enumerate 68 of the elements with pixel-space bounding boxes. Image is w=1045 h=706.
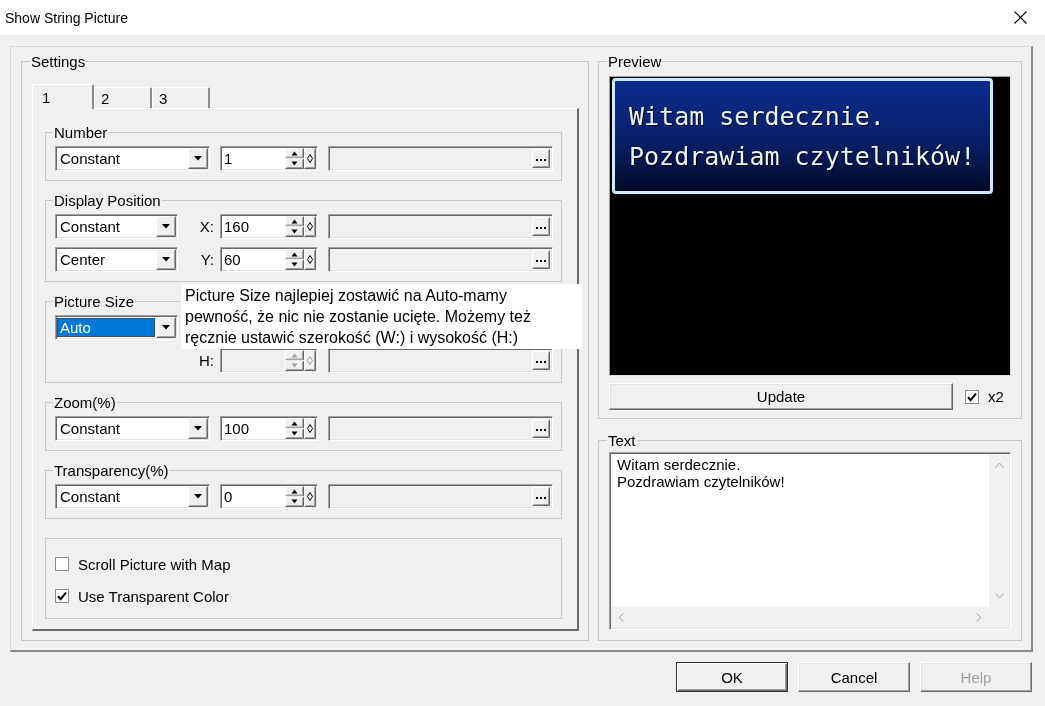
ellipsis-icon[interactable] (532, 351, 550, 370)
caret-icon (156, 317, 176, 338)
spin-arrows-icon[interactable] (285, 216, 304, 237)
caret-icon (156, 249, 176, 270)
group-label: Text (607, 432, 637, 449)
text-field[interactable] (328, 247, 553, 272)
dialog-button[interactable]: Cancel (798, 662, 910, 692)
text-field[interactable] (328, 146, 553, 171)
group-label: Picture Size (53, 293, 136, 310)
diamond-icon[interactable] (304, 249, 316, 270)
close-icon[interactable] (1014, 11, 1027, 24)
ellipsis-icon[interactable] (532, 149, 550, 168)
dialog-button[interactable]: OK (676, 662, 788, 692)
spin-arrows-icon[interactable] (285, 486, 304, 507)
tab[interactable]: 3 (152, 87, 210, 108)
dropdown[interactable]: Constant (55, 416, 210, 441)
tooltip: Picture Size najlepiej zostawić na Auto-mamy pewność, że nic nie zostanie ucięte. Możemy też ręcznie ustawić szerokość (W:) i wysokość (H:) (181, 284, 582, 349)
caret-icon (188, 418, 208, 439)
group-label: Display Position (53, 192, 162, 209)
spin-arrows-icon[interactable] (285, 148, 304, 169)
dropdown[interactable]: Center (55, 247, 178, 272)
group-label: Preview (607, 53, 663, 70)
tab[interactable]: 2 (94, 87, 152, 108)
ellipsis-icon[interactable] (532, 217, 550, 236)
spin-arrows-icon[interactable] (285, 418, 304, 439)
group-label: Number (53, 124, 109, 141)
dropdown[interactable]: Constant (55, 214, 178, 239)
text-area[interactable]: Witam serdecznie. Pozdrawiam czytelników! (611, 454, 989, 607)
ellipsis-icon[interactable] (532, 250, 550, 269)
diamond-icon[interactable] (304, 486, 316, 507)
checkbox-label[interactable]: Scroll Picture with Map (78, 555, 231, 573)
axis-label: Y: (199, 251, 215, 268)
caret-icon (188, 148, 208, 169)
text-field[interactable] (328, 348, 553, 373)
diamond-icon[interactable] (304, 148, 316, 169)
axis-label: X: (198, 218, 215, 235)
number-field[interactable]: 1 (220, 146, 318, 171)
checkbox[interactable] (55, 589, 69, 603)
number-field[interactable]: 60 (220, 247, 318, 272)
dropdown[interactable]: Constant (55, 484, 210, 509)
message-text: Pozdrawiam czytelników! (629, 141, 977, 173)
text-field[interactable] (328, 416, 553, 441)
number-field[interactable]: 160 (220, 214, 318, 239)
message-text: Witam serdecznie. (629, 101, 886, 133)
number-field[interactable]: 100 (220, 416, 318, 441)
group-label: Settings (30, 53, 87, 70)
text-field[interactable] (328, 484, 553, 509)
checkbox-label[interactable]: x2 (988, 388, 1004, 405)
ellipsis-icon[interactable] (532, 419, 550, 438)
spin-arrows-icon[interactable] (285, 249, 304, 270)
text-field[interactable] (328, 214, 553, 239)
number-field[interactable]: 0 (220, 484, 318, 509)
dropdown[interactable]: Auto (55, 315, 178, 340)
caret-icon (188, 486, 208, 507)
caret-icon (156, 216, 176, 237)
window-title: Show String Picture (5, 9, 128, 26)
diamond-icon[interactable] (304, 418, 316, 439)
axis-label: H: (198, 352, 215, 369)
ellipsis-icon[interactable] (532, 487, 550, 506)
checkbox-label[interactable]: Use Transparent Color (78, 587, 229, 605)
tab[interactable]: 1 (32, 84, 94, 109)
diamond-icon[interactable] (304, 216, 316, 237)
checkbox[interactable] (55, 557, 69, 571)
group-label: Zoom(%) (53, 394, 117, 411)
dropdown[interactable]: Constant (55, 146, 210, 171)
checkbox[interactable] (965, 389, 979, 404)
update-button[interactable]: Update (609, 383, 953, 410)
group-label: Transparency(%) (53, 462, 170, 479)
